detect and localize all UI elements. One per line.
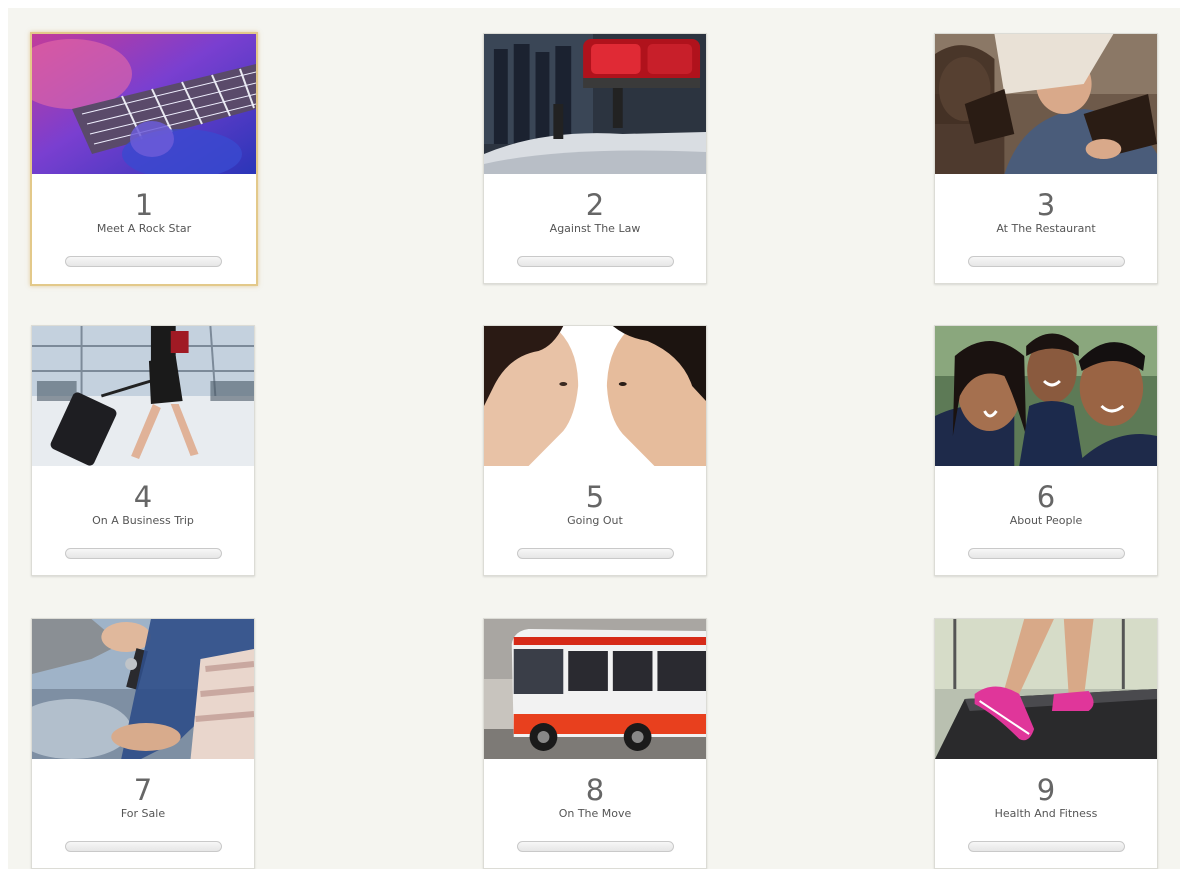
lesson-card-5[interactable]: 5 Going Out [483,325,707,576]
lesson-progress-bar [968,548,1125,559]
lesson-progress-bar [517,841,674,852]
treadmill-photo [935,619,1157,759]
lesson-number: 3 [1036,188,1056,222]
lesson-card-2[interactable]: 2 Against The Law [483,33,707,284]
lesson-title: Going Out [567,514,623,527]
airport-suitcase-photo [32,326,254,466]
restaurant-photo [935,34,1157,174]
lesson-title: Health And Fitness [994,807,1098,820]
lesson-progress-bar [65,841,222,852]
lesson-number: 1 [134,188,154,222]
lesson-title: At The Restaurant [996,222,1096,235]
lesson-progress-bar [968,256,1125,267]
lesson-progress-bar [968,841,1125,852]
lesson-number: 2 [585,188,605,222]
lesson-title: About People [1009,514,1083,527]
lesson-card-6[interactable]: 6 About People [934,325,1158,576]
lesson-card-4[interactable]: 4 On A Business Trip [31,325,255,576]
family-photo [935,326,1157,466]
lesson-number: 5 [585,480,605,514]
lesson-card-9[interactable]: 9 Health And Fitness [934,618,1158,869]
lesson-title: Meet A Rock Star [96,222,192,235]
lesson-progress-bar [65,548,222,559]
guitar-photo [32,34,256,174]
lesson-card-1[interactable]: 1 Meet A Rock Star [30,32,258,286]
lesson-title: On A Business Trip [92,514,194,527]
bus-photo [484,619,706,759]
lesson-title: Against The Law [549,222,641,235]
lesson-progress-bar [517,256,674,267]
lesson-number: 9 [1036,773,1056,807]
lesson-progress-bar [65,256,222,267]
lesson-card-8[interactable]: 8 On The Move [483,618,707,869]
lesson-number: 7 [133,773,153,807]
lesson-card-7[interactable]: 7 For Sale [31,618,255,869]
couple-photo [484,326,706,466]
police-car-photo [484,34,706,174]
car-keys-photo [32,619,254,759]
lesson-title: On The Move [558,807,632,820]
lesson-number: 6 [1036,480,1056,514]
lesson-number: 4 [133,480,153,514]
lesson-progress-bar [517,548,674,559]
lesson-card-3[interactable]: 3 At The Restaurant [934,33,1158,284]
lesson-number: 8 [585,773,605,807]
lesson-title: For Sale [120,807,166,820]
lesson-grid: 1 Meet A Rock Star 2 Against The Law 3 A… [8,8,1180,869]
